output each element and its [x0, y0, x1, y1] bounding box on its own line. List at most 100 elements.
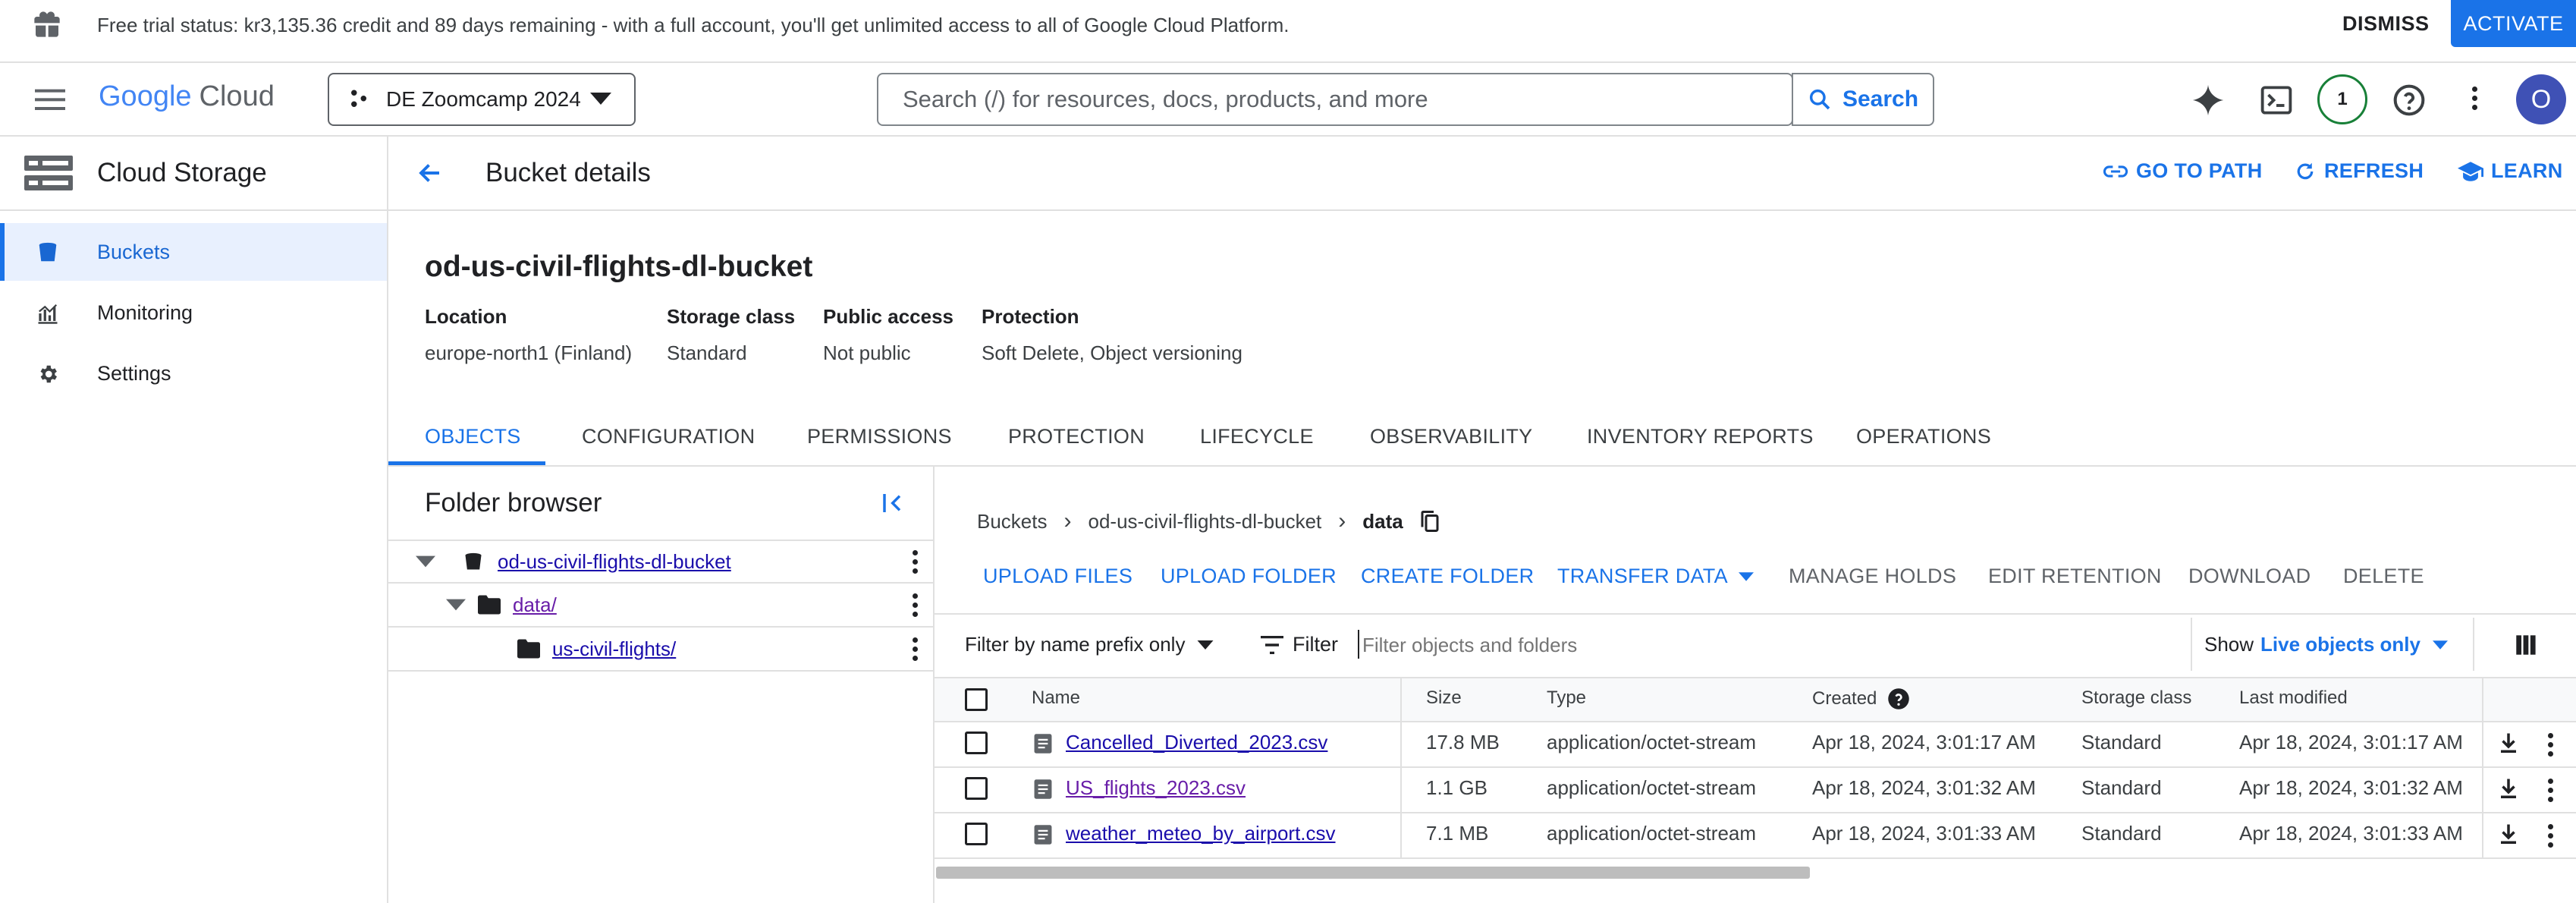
column-header-created[interactable]: Created: [1812, 687, 1910, 710]
activate-button[interactable]: ACTIVATE: [2451, 0, 2576, 47]
cloud-shell-icon[interactable]: [2260, 85, 2292, 115]
search-placeholder: Search (/) for resources, docs, products…: [903, 86, 1428, 112]
upload-folder-button[interactable]: UPLOAD FOLDER: [1161, 565, 1337, 588]
learn-button[interactable]: LEARN: [2458, 159, 2563, 183]
create-folder-button[interactable]: CREATE FOLDER: [1361, 565, 1534, 588]
go-to-path-button[interactable]: GO TO PATH: [2103, 159, 2263, 183]
folder-browser-title: Folder browser: [425, 488, 602, 518]
google-cloud-logo[interactable]: Google Cloud: [99, 80, 275, 113]
filter-bar-top-border: [935, 613, 2576, 615]
expand-arrow-icon[interactable]: [446, 599, 466, 611]
manage-holds-button[interactable]: MANAGE HOLDS: [1789, 565, 1956, 588]
tab-objects[interactable]: OBJECTS: [425, 425, 521, 448]
row-checkbox[interactable]: [965, 777, 988, 800]
gemini-sparkle-icon[interactable]: [2191, 83, 2225, 117]
tab-lifecycle[interactable]: LIFECYCLE: [1200, 425, 1314, 448]
tab-observability[interactable]: OBSERVABILITY: [1370, 425, 1532, 448]
transfer-data-button[interactable]: TRANSFER DATA: [1557, 565, 1754, 588]
go-to-path-label: GO TO PATH: [2136, 159, 2263, 182]
object-link[interactable]: Cancelled_Diverted_2023.csv: [1066, 731, 1327, 754]
caret-down-icon: [1738, 571, 1754, 581]
edit-retention-button[interactable]: EDIT RETENTION: [1988, 565, 2162, 588]
refresh-button[interactable]: REFRESH: [2294, 159, 2424, 183]
filter-button[interactable]: Filter: [1261, 633, 1338, 656]
cell-type: application/octet-stream: [1547, 776, 1757, 799]
prop-value-public-access: Not public: [823, 341, 911, 364]
cell-last-modified: Apr 18, 2024, 3:01:17 AM: [2239, 731, 2463, 754]
back-arrow-icon[interactable]: [416, 159, 445, 187]
tab-protection[interactable]: PROTECTION: [1008, 425, 1145, 448]
table-row-border: [935, 812, 2576, 813]
column-display-icon[interactable]: [2515, 634, 2537, 656]
bucket-name: od-us-civil-flights-dl-bucket: [425, 250, 813, 283]
cell-created: Apr 18, 2024, 3:01:32 AM: [1812, 776, 2036, 799]
tree-link-us-civil-flights[interactable]: us-civil-flights/: [552, 637, 676, 661]
more-options-icon[interactable]: [912, 549, 918, 574]
help-icon[interactable]: [1887, 687, 1910, 710]
more-options-icon[interactable]: [2547, 824, 2553, 848]
search-input[interactable]: Search (/) for resources, docs, products…: [877, 73, 1793, 126]
show-select[interactable]: Live objects only: [2260, 633, 2448, 656]
tree-row-data[interactable]: data/: [388, 584, 933, 628]
expand-arrow-icon[interactable]: [416, 555, 435, 568]
download-icon[interactable]: [2499, 777, 2518, 800]
column-header-storage-class[interactable]: Storage class: [2081, 687, 2191, 709]
more-options-icon[interactable]: [912, 593, 918, 617]
tab-inventory-reports[interactable]: INVENTORY REPORTS: [1587, 425, 1814, 448]
file-icon: [1034, 734, 1052, 754]
delete-button[interactable]: DELETE: [2343, 565, 2424, 588]
notifications-badge[interactable]: 1: [2317, 74, 2367, 124]
sidebar-item-label: Buckets: [97, 240, 171, 263]
filter-prefix-select[interactable]: Filter by name prefix only: [965, 633, 1214, 656]
breadcrumb-buckets[interactable]: Buckets: [977, 510, 1048, 533]
more-options-icon[interactable]: [2547, 779, 2553, 802]
column-resizer[interactable]: [2482, 678, 2483, 857]
horizontal-scrollbar[interactable]: [936, 867, 1810, 879]
collapse-panel-icon[interactable]: [881, 492, 906, 514]
column-header-type[interactable]: Type: [1547, 687, 1586, 709]
object-link[interactable]: US_flights_2023.csv: [1066, 776, 1246, 800]
more-options-icon[interactable]: [2471, 87, 2477, 110]
select-all-checkbox[interactable]: [965, 688, 988, 711]
row-checkbox[interactable]: [965, 823, 988, 845]
project-hierarchy-icon: [351, 90, 366, 107]
column-header-name[interactable]: Name: [1032, 687, 1080, 709]
prop-value-protection: Soft Delete, Object versioning: [982, 341, 1242, 364]
object-link[interactable]: weather_meteo_by_airport.csv: [1066, 822, 1336, 845]
avatar[interactable]: O: [2516, 74, 2566, 124]
prop-label-location: Location: [425, 305, 507, 328]
search-button[interactable]: Search: [1792, 73, 1934, 126]
tab-permissions[interactable]: PERMISSIONS: [807, 425, 952, 448]
upload-files-button[interactable]: UPLOAD FILES: [983, 565, 1132, 588]
tab-configuration[interactable]: CONFIGURATION: [582, 425, 755, 448]
row-checkbox[interactable]: [965, 732, 988, 754]
breadcrumb-current: data: [1362, 509, 1403, 533]
column-resizer[interactable]: [1400, 678, 1402, 857]
tree-row-us-civil-flights[interactable]: us-civil-flights/: [388, 628, 933, 672]
cell-storage-class: Standard: [2081, 776, 2162, 799]
download-icon[interactable]: [2499, 732, 2518, 754]
more-options-icon[interactable]: [2547, 733, 2553, 757]
filter-input[interactable]: [1362, 627, 2182, 663]
menu-icon[interactable]: [35, 87, 65, 112]
download-icon[interactable]: [2499, 823, 2518, 845]
column-header-last-modified[interactable]: Last modified: [2239, 687, 2348, 709]
tree-row-bucket[interactable]: od-us-civil-flights-dl-bucket: [388, 540, 933, 584]
gift-icon: [34, 11, 60, 37]
more-options-icon[interactable]: [912, 637, 918, 661]
chevron-right-icon: ›: [1063, 508, 1072, 533]
dismiss-button[interactable]: DISMISS: [2342, 12, 2430, 36]
school-icon: [2458, 161, 2483, 181]
cell-created: Apr 18, 2024, 3:01:17 AM: [1812, 731, 2036, 754]
tree-link-bucket[interactable]: od-us-civil-flights-dl-bucket: [498, 550, 731, 574]
tree-link-data[interactable]: data/: [513, 593, 557, 617]
filter-divider: [2191, 618, 2192, 671]
help-icon[interactable]: [2392, 83, 2426, 117]
cell-storage-class: Standard: [2081, 822, 2162, 845]
copy-icon[interactable]: [1420, 510, 1440, 533]
download-button[interactable]: DOWNLOAD: [2188, 565, 2311, 588]
tab-operations[interactable]: OPERATIONS: [1856, 425, 1991, 448]
prop-label-public-access: Public access: [823, 305, 953, 328]
breadcrumb-bucket[interactable]: od-us-civil-flights-dl-bucket: [1089, 510, 1322, 533]
column-header-size[interactable]: Size: [1426, 687, 1462, 709]
